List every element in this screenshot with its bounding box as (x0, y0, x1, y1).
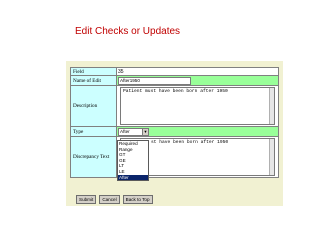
description-text: Patient must have been born after 1950 (123, 89, 228, 94)
row-type: Type After ▼ (70, 126, 279, 137)
type-selected-value: After (120, 128, 130, 134)
field-label: Field (70, 67, 117, 76)
row-description: Description Patient must have been born … (70, 85, 279, 127)
row-field: Field 35 (70, 67, 279, 76)
description-textarea[interactable]: Patient must have been born after 1950 (120, 87, 275, 125)
edit-check-form: Field 35 Name of Edit After1950 Descript… (70, 67, 279, 178)
cancel-button[interactable]: Cancel (99, 195, 120, 204)
discrepancy-text: st have been born after 1950 (151, 140, 229, 145)
submit-button[interactable]: Submit (76, 195, 97, 204)
discrepancy-label: Discrepancy Text (70, 136, 117, 178)
back-to-top-button[interactable]: Back to Top (122, 195, 153, 204)
description-label: Description (70, 85, 117, 127)
description-scrollbar[interactable] (269, 88, 274, 124)
row-discrepancy: Discrepancy Text st have been born after… (70, 136, 279, 178)
name-label: Name of Edit (70, 75, 117, 86)
discrepancy-scrollbar[interactable] (269, 139, 274, 175)
field-value: 35 (116, 67, 279, 76)
chevron-down-icon[interactable]: ▼ (142, 128, 148, 135)
row-name: Name of Edit After1950 (70, 75, 279, 86)
button-row: Submit Cancel Back to Top (76, 195, 153, 204)
type-dropdown-list: Required Range GT GE LT LE After (117, 140, 149, 182)
slide-title: Edit Checks or Updates (75, 26, 181, 37)
name-of-edit-input[interactable]: After1950 (118, 76, 191, 85)
type-option-after[interactable]: After (118, 174, 148, 181)
type-select[interactable]: After ▼ (118, 127, 149, 136)
type-label: Type (70, 126, 117, 137)
